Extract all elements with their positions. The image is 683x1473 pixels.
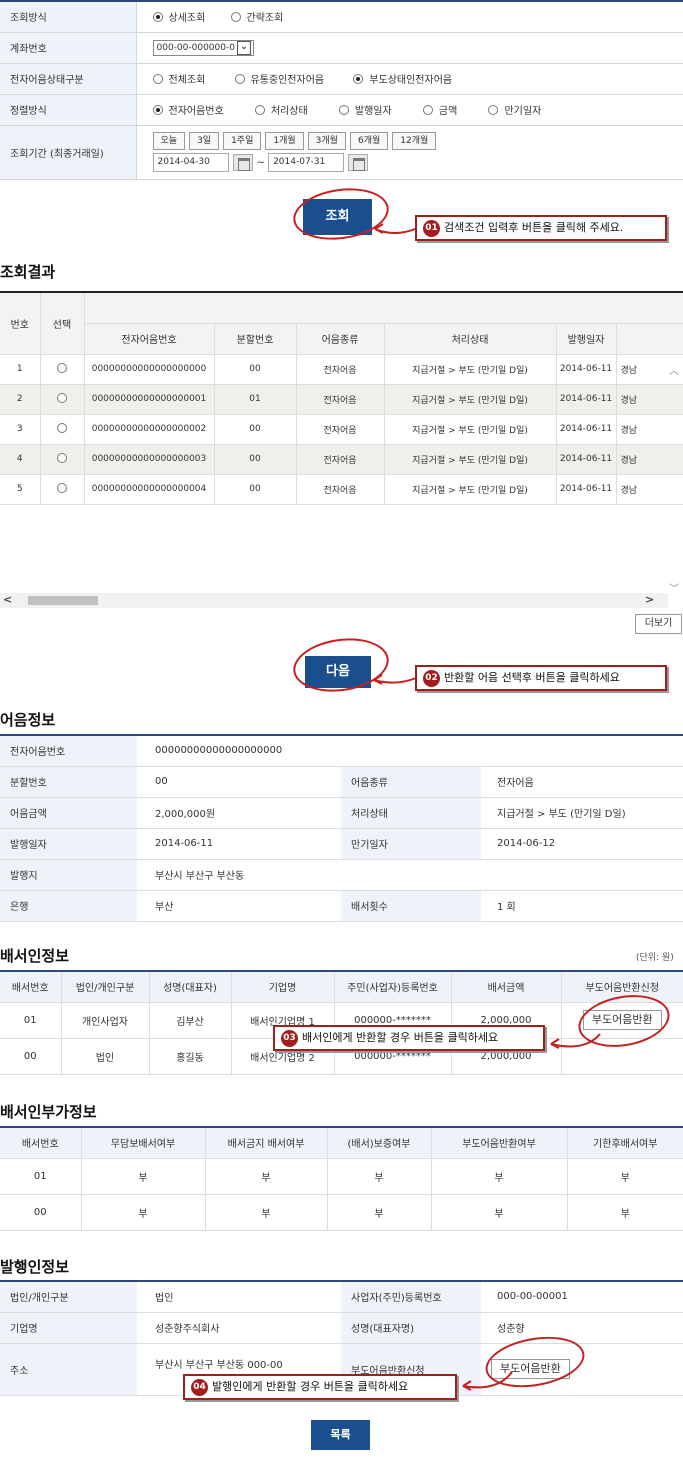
table-row[interactable]: 3 00000000000000000002 00 전자어음 지급거절 > 부도… [0,414,683,445]
issuer-info-title: 발행인정보 [0,1258,70,1276]
account-label: 계좌번호 [0,32,137,64]
col-note-no: 전자어음번호 [84,323,215,355]
calendar-icon[interactable] [232,154,253,171]
callout-2: 02 반환할 어음 선택후 버튼을 클릭하세요 [415,665,667,691]
results-table: 번호 선택 전자어음번호 분할번호 어음종류 처리상태 발행일자 1 00000… [0,291,683,505]
radio-circulating[interactable]: 유통중인전자어음 [234,71,324,86]
period-3d-button[interactable]: 3일 [189,132,220,150]
radio-icon[interactable] [353,74,364,84]
account-select[interactable]: 000-00-000000-0 ⌄ [152,39,254,56]
period-3m-button[interactable]: 3개월 [307,132,346,150]
col-split: 분할번호 [214,323,297,355]
unit-label: (단위: 원) [636,953,674,963]
scroll-right-icon[interactable]: > [645,593,654,606]
col-select: 선택 [40,292,85,355]
radio-icon[interactable] [422,105,433,115]
table-row[interactable]: 2 00000000000000000001 01 전자어음 지급거절 > 부도… [0,384,683,415]
more-button[interactable]: 더보기 [635,614,682,634]
status-filter-label: 전자어음상태구분 [0,63,137,95]
note-info-title: 어음정보 [0,711,56,729]
results-title: 조회결과 [0,263,56,281]
col-kind: 어음종류 [296,323,385,355]
table-row[interactable]: 5 00000000000000000004 00 전자어음 지급거절 > 부도… [0,474,683,505]
radio-detail[interactable]: 상세조회 [152,9,205,24]
radio-icon[interactable] [338,105,349,115]
search-form: 조회방식 상세조회 간략조회 계좌번호 000-00-000000-0 ⌄ 전자어… [0,0,683,180]
row-select-radio[interactable] [57,453,67,463]
radio-icon[interactable] [152,74,163,84]
callout-1: 01 검색조건 입력후 버튼을 클릭해 주세요. [415,215,667,241]
radio-icon[interactable] [488,105,499,115]
arrow-icon [550,1033,601,1049]
table-row[interactable]: 1 00000000000000000000 00 전자어음 지급거절 > 부도… [0,354,683,385]
radio-icon[interactable] [230,12,241,23]
col-issue-date: 발행일자 [556,323,617,355]
period-label: 조회기간 (최종거래일) [0,125,137,180]
table-row[interactable]: 4 00000000000000000003 00 전자어음 지급거절 > 부도… [0,444,683,475]
period-today-button[interactable]: 오늘 [152,132,186,150]
date-to-input[interactable]: 2014-07-31 [268,153,345,172]
radio-icon[interactable] [152,105,163,115]
radio-sort-due[interactable]: 만기일자 [488,102,541,117]
radio-all[interactable]: 전체조회 [152,71,205,86]
radio-brief[interactable]: 간략조회 [230,9,283,24]
table-row: 01 부 부 부 부 부 [0,1158,683,1195]
row-select-radio[interactable] [57,393,67,403]
sort-label: 정렬방식 [0,94,137,126]
radio-icon[interactable] [234,74,245,84]
callout-4: 04 발행인에게 반환할 경우 버튼을 클릭하세요 [183,1374,457,1400]
endorser-extra-table: 배서번호 무담보배서여부 배서금지 배서여부 (배서)보증여부 부도어음반환여부… [0,1126,683,1231]
date-from-input[interactable]: 2014-04-30 [152,153,229,172]
period-12m-button[interactable]: 12개월 [392,132,437,150]
scroll-left-icon[interactable]: < [3,593,12,606]
radio-dishonored[interactable]: 부도상태인전자어음 [353,71,452,86]
radio-sort-note[interactable]: 전자어음번호 [152,102,224,117]
period-1w-button[interactable]: 1주일 [223,132,262,150]
note-info-table: 전자어음번호 00000000000000000000 분할번호 00 어음종류… [0,734,683,922]
radio-sort-amount[interactable]: 금액 [422,102,457,117]
radio-icon[interactable] [152,12,163,23]
period-6m-button[interactable]: 6개월 [349,132,389,150]
endorser-info-title: 배서인정보 [0,947,70,965]
row-select-radio[interactable] [57,483,67,493]
col-no: 번호 [0,292,41,355]
arrow-icon [373,674,417,685]
radio-icon[interactable] [254,105,265,115]
date-separator: ~ [256,157,265,169]
arrow-icon [462,1371,513,1391]
radio-sort-status[interactable]: 처리상태 [254,102,308,117]
horizontal-scrollbar[interactable]: < > [0,593,668,608]
chevron-down-icon[interactable]: ⌄ [236,40,251,55]
period-1m-button[interactable]: 1개월 [265,132,304,150]
arrow-icon [374,223,416,234]
scrollbar-thumb[interactable] [28,596,98,605]
endorser-extra-title: 배서인부가정보 [0,1103,97,1121]
callout-3: 03 배서인에게 반환할 경우 버튼을 클릭하세요 [273,1025,545,1051]
scroll-down-icon[interactable]: ﹀ [669,580,679,595]
calendar-icon[interactable] [348,154,369,171]
search-type-label: 조회방식 [0,1,137,33]
list-button[interactable]: 목록 [311,1420,370,1450]
table-row: 00 부 부 부 부 부 [0,1194,683,1231]
row-select-radio[interactable] [57,363,67,373]
col-status: 처리상태 [384,323,557,355]
scroll-up-icon[interactable]: ︿ [669,362,679,377]
row-select-radio[interactable] [57,423,67,433]
radio-sort-issue[interactable]: 발행일자 [338,102,392,117]
